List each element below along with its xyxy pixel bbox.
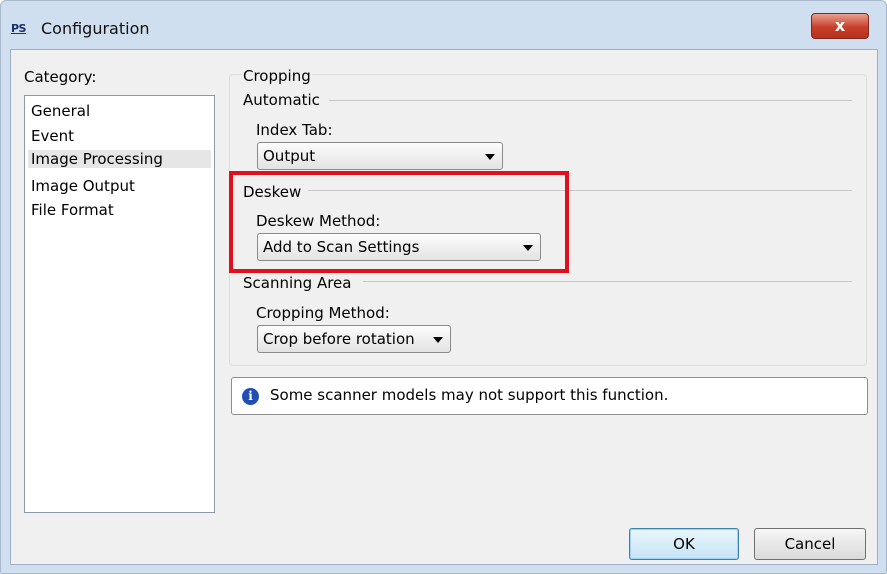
chevron-down-icon xyxy=(433,337,443,343)
close-icon: x xyxy=(834,16,846,35)
chevron-down-icon xyxy=(485,154,495,160)
category-label: Category: xyxy=(24,68,97,86)
category-item-file-format[interactable]: File Format xyxy=(31,201,114,219)
cropping-method-value: Crop before rotation xyxy=(263,330,415,348)
category-item-image-processing[interactable]: Image Processing xyxy=(28,150,211,168)
cancel-button[interactable]: Cancel xyxy=(754,528,866,560)
index-tab-dropdown[interactable]: Output xyxy=(257,142,503,170)
window-title: Configuration xyxy=(41,19,150,38)
category-list[interactable]: General Event Image Processing Image Out… xyxy=(24,95,215,513)
dialog-body: Category: General Event Image Processing… xyxy=(10,49,878,565)
cropping-method-dropdown[interactable]: Crop before rotation xyxy=(257,325,451,353)
category-item-general[interactable]: General xyxy=(31,102,90,120)
category-item-image-output[interactable]: Image Output xyxy=(31,177,135,195)
close-button[interactable]: x xyxy=(811,13,869,39)
info-message: i Some scanner models may not support th… xyxy=(231,377,868,415)
scanning-area-legend: Scanning Area xyxy=(242,274,353,292)
app-icon: PS xyxy=(11,22,26,35)
automatic-separator xyxy=(329,100,852,101)
cropping-method-label: Cropping Method: xyxy=(256,304,390,322)
index-tab-label: Index Tab: xyxy=(256,121,333,139)
scanning-area-separator xyxy=(363,281,852,282)
ok-button[interactable]: OK xyxy=(629,528,739,560)
cropping-legend: Cropping xyxy=(242,67,312,85)
info-icon: i xyxy=(242,388,259,405)
info-text: Some scanner models may not support this… xyxy=(270,386,669,404)
deskew-highlight-box xyxy=(229,171,569,273)
category-item-event[interactable]: Event xyxy=(31,127,74,145)
configuration-window: PS Configuration x Category: General Eve… xyxy=(0,0,887,574)
index-tab-value: Output xyxy=(263,147,316,165)
automatic-legend: Automatic xyxy=(242,91,321,109)
title-bar[interactable]: PS Configuration x xyxy=(1,1,886,49)
